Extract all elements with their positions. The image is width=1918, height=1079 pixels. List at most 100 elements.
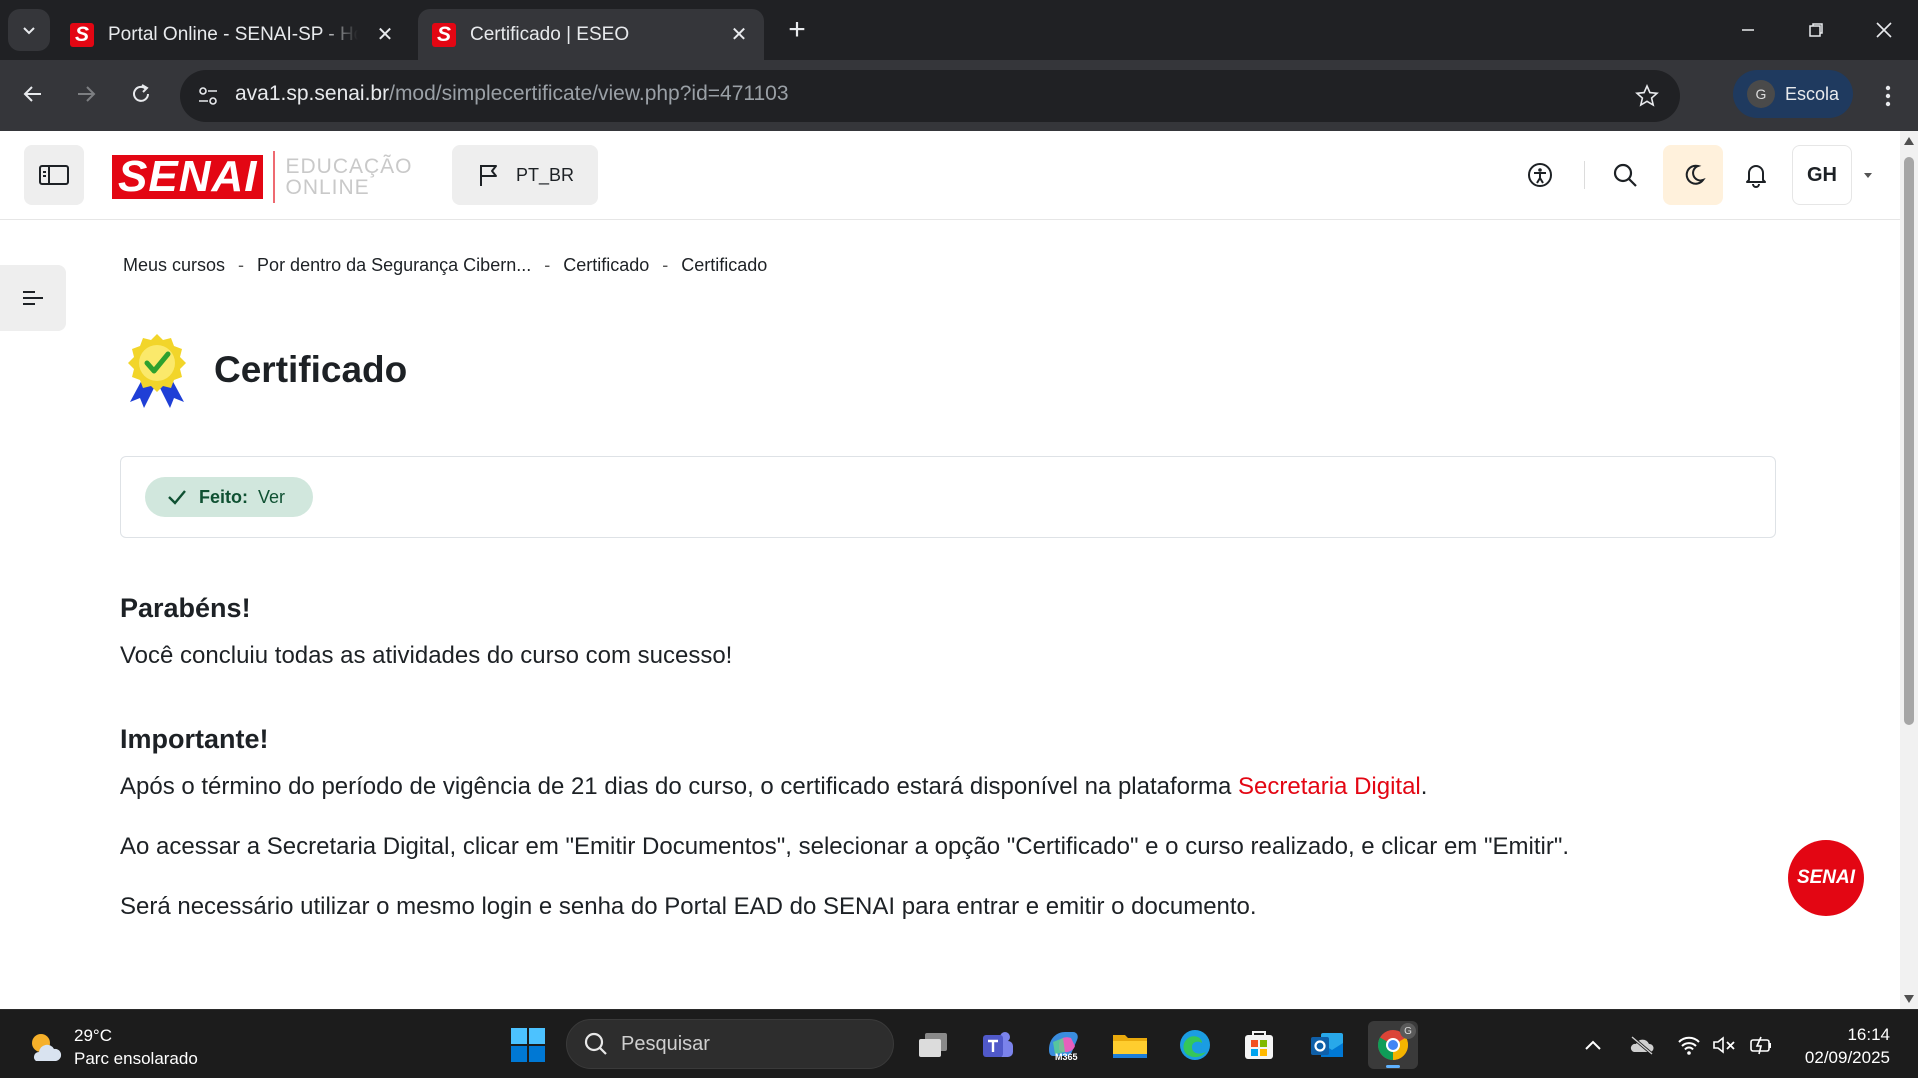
back-button[interactable] [13,74,53,114]
wifi-status[interactable] [1672,1010,1706,1079]
new-tab-button[interactable]: + [780,13,814,47]
m365-icon: M365 [1045,1028,1081,1062]
sun-cloud-icon [32,1034,62,1061]
chevron-up-icon [1585,1040,1601,1050]
windows-taskbar: 29°C Parc ensolarado Pesquisar M365 G 16… [0,1009,1918,1078]
tab-title: Portal Online - SENAI-SP - Home [108,23,358,45]
site-settings-icon[interactable] [197,85,219,107]
reload-button[interactable] [121,74,161,114]
restore-button[interactable] [1784,0,1848,60]
dark-mode-toggle[interactable] [1663,145,1723,205]
battery-charging-icon [1750,1036,1771,1054]
weather-desc: Parc ensolarado [74,1049,198,1068]
windows-logo-icon [511,1028,545,1062]
show-hidden-icons-button[interactable] [1576,1010,1610,1079]
cloud-off-icon [1630,1035,1654,1055]
site-logo[interactable]: SENAI EDUCAÇÃO ONLINE [112,151,413,203]
wifi-icon [1678,1036,1700,1055]
profile-badge: G [1400,1023,1416,1039]
start-button[interactable] [503,1021,553,1069]
weather-widget[interactable]: 29°C Parc ensolarado [26,1024,198,1070]
file-explorer-app[interactable] [1105,1021,1155,1069]
arrow-right-icon [78,86,96,102]
forward-button[interactable] [66,74,106,114]
chrome-app[interactable]: G [1368,1021,1418,1069]
store-app[interactable] [1234,1021,1284,1069]
edge-app[interactable] [1170,1021,1220,1069]
content-paragraph: Após o término do período de vigência de… [120,773,1427,801]
breadcrumb-item[interactable]: Certificado [681,255,767,276]
notifications-button[interactable] [1726,145,1786,205]
senai-chat-button[interactable]: SENAI [1788,840,1864,916]
senai-favicon-icon: S [70,22,94,47]
breadcrumb-item[interactable]: Meus cursos [123,255,225,276]
m365-label: M365 [1055,1052,1078,1062]
language-label: PT_BR [515,164,575,185]
sidebar-toggle-button[interactable] [24,145,84,205]
volume-status[interactable] [1708,1010,1742,1079]
more-vertical-icon [1885,85,1891,107]
scroll-up-arrow[interactable] [1904,137,1914,145]
paragraph-text: Após o término do período de vigência de… [120,773,1239,800]
profile-button[interactable]: G Escola [1733,70,1853,118]
scroll-down-arrow[interactable] [1904,995,1914,1003]
breadcrumb-separator: - [544,255,551,275]
language-button[interactable]: PT_BR [452,145,598,205]
page-scrollbar[interactable] [1900,131,1918,1009]
logo-subtitle: EDUCAÇÃO ONLINE [285,156,412,198]
secretaria-digital-link[interactable]: Secretaria Digital [1238,773,1421,800]
outlook-app[interactable] [1302,1021,1352,1069]
accessibility-button[interactable] [1510,145,1570,205]
volume-muted-icon [1713,1035,1735,1054]
task-view-icon [919,1033,947,1057]
completion-badge: Feito: Ver [145,477,313,517]
task-view-button[interactable] [908,1021,958,1069]
edge-icon [1180,1030,1210,1060]
system-clock[interactable]: 16:14 02/09/2025 [1790,1023,1890,1069]
breadcrumb-separator: - [662,255,669,275]
close-icon[interactable]: ✕ [374,23,396,46]
logo-divider [273,151,276,203]
address-bar[interactable]: ava1.sp.senai.br/mod/simplecertificate/v… [180,70,1680,122]
bookmark-star-icon[interactable] [1635,84,1659,108]
tab-title: Certificado | ESEO [470,23,630,45]
flag-icon [479,165,497,186]
cloud-sync-icon[interactable] [1624,1010,1660,1079]
header-divider [1584,161,1585,189]
browser-menu-button[interactable] [1876,82,1900,110]
close-icon[interactable]: ✕ [728,23,750,46]
breadcrumb-item[interactable]: Certificado [563,255,649,276]
moon-icon [1685,164,1706,185]
tab-certificado[interactable]: S Certificado | ESEO ✕ [418,9,764,60]
activity-completion-box: Feito: Ver [120,456,1776,538]
search-button[interactable] [1595,145,1655,205]
content-block-congrats: Parabéns! [120,593,251,624]
bell-icon [1746,165,1766,188]
reload-icon [133,84,149,102]
user-menu-button[interactable]: GH [1792,145,1852,205]
tab-portal-online[interactable]: S Portal Online - SENAI-SP - Home ✕ [56,9,410,60]
url-text: ava1.sp.senai.br/mod/simplecertificate/v… [235,82,789,106]
page-title: Certificado [214,349,408,390]
web-page: SENAI EDUCAÇÃO ONLINE PT_BR GH Meus curs… [0,131,1900,1009]
search-icon [1613,163,1637,187]
minimize-button[interactable] [1716,0,1780,60]
close-icon [1876,22,1892,38]
caret-down-icon[interactable] [1864,173,1872,178]
breadcrumb-separator: - [238,255,245,275]
outlook-icon [1311,1033,1343,1057]
active-indicator [1386,1065,1400,1068]
tab-search-button[interactable] [8,9,50,51]
url-host: ava1.sp.senai.br [235,82,390,105]
taskbar-search[interactable]: Pesquisar [566,1019,894,1069]
teams-app[interactable] [972,1021,1022,1069]
course-index-toggle[interactable] [0,265,66,331]
breadcrumb: Meus cursos - Por dentro da Segurança Ci… [123,255,767,276]
battery-status[interactable] [1744,1010,1778,1079]
breadcrumb-item[interactable]: Por dentro da Segurança Cibern... [257,255,531,276]
scroll-thumb[interactable] [1904,157,1914,725]
m365-app[interactable]: M365 [1038,1021,1088,1069]
accessibility-icon [1528,163,1552,187]
close-window-button[interactable] [1852,0,1916,60]
restore-icon [1809,23,1823,37]
